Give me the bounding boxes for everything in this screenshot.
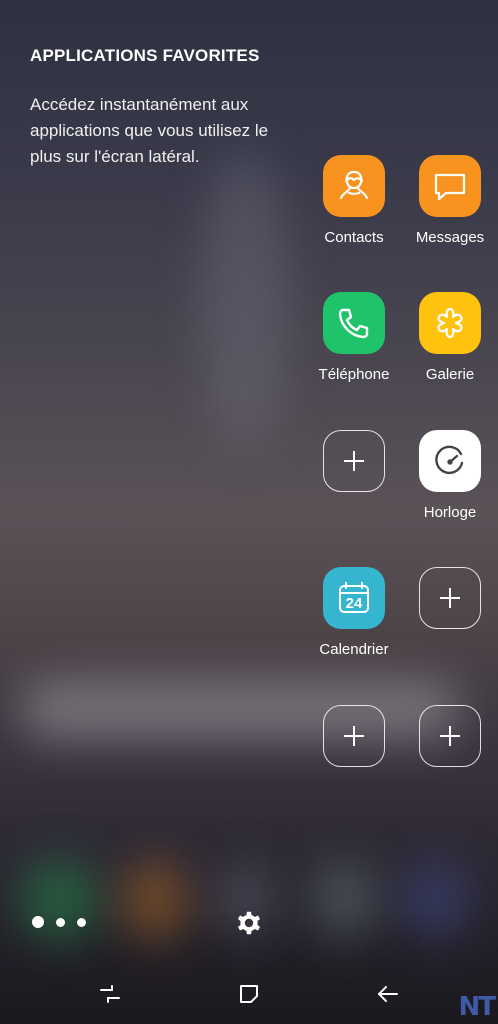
navigation-bar: NT (0, 960, 498, 1024)
plus-icon (323, 705, 385, 767)
app-messages[interactable]: Messages (410, 155, 490, 246)
app-horloge[interactable]: Horloge (410, 430, 490, 521)
dot (32, 916, 44, 928)
app-label: Calendrier (319, 641, 389, 658)
app-label: Contacts (324, 229, 384, 246)
plus-icon (419, 567, 481, 629)
app-label: Messages (415, 229, 485, 246)
app-telephone[interactable]: Téléphone (314, 292, 394, 383)
calendar-day: 24 (346, 595, 363, 612)
recents-icon[interactable] (96, 980, 124, 1008)
plus-icon (323, 430, 385, 492)
app-label: Horloge (423, 504, 477, 521)
calendar-icon: 24 (323, 567, 385, 629)
app-calendrier[interactable]: 24 Calendrier (314, 567, 394, 658)
empty-slot-add[interactable] (410, 705, 490, 767)
app-contacts[interactable]: Contacts (314, 155, 394, 246)
empty-slot-add[interactable] (410, 567, 490, 629)
app-label: Téléphone (318, 366, 390, 383)
dot (56, 917, 65, 927)
watermark-logo: NT (458, 992, 496, 1022)
phone-icon (323, 292, 385, 354)
gallery-icon (419, 292, 481, 354)
empty-slot-add[interactable] (314, 705, 394, 767)
home-icon[interactable] (235, 980, 263, 1008)
plus-icon (419, 705, 481, 767)
panel-description: Accédez instantanément aux applications … (30, 95, 269, 166)
more-dots-icon[interactable] (32, 916, 86, 928)
clock-icon (419, 430, 481, 492)
app-galerie[interactable]: Galerie (410, 292, 490, 383)
panel-title: APPLICATIONS FAVORITES (30, 46, 260, 65)
empty-slot-add[interactable] (314, 430, 394, 492)
app-label: Galerie (425, 366, 475, 383)
messages-icon (419, 155, 481, 217)
gear-icon[interactable] (234, 908, 264, 938)
back-arrow-icon[interactable] (374, 980, 402, 1008)
contacts-icon (323, 155, 385, 217)
dot (77, 917, 86, 927)
